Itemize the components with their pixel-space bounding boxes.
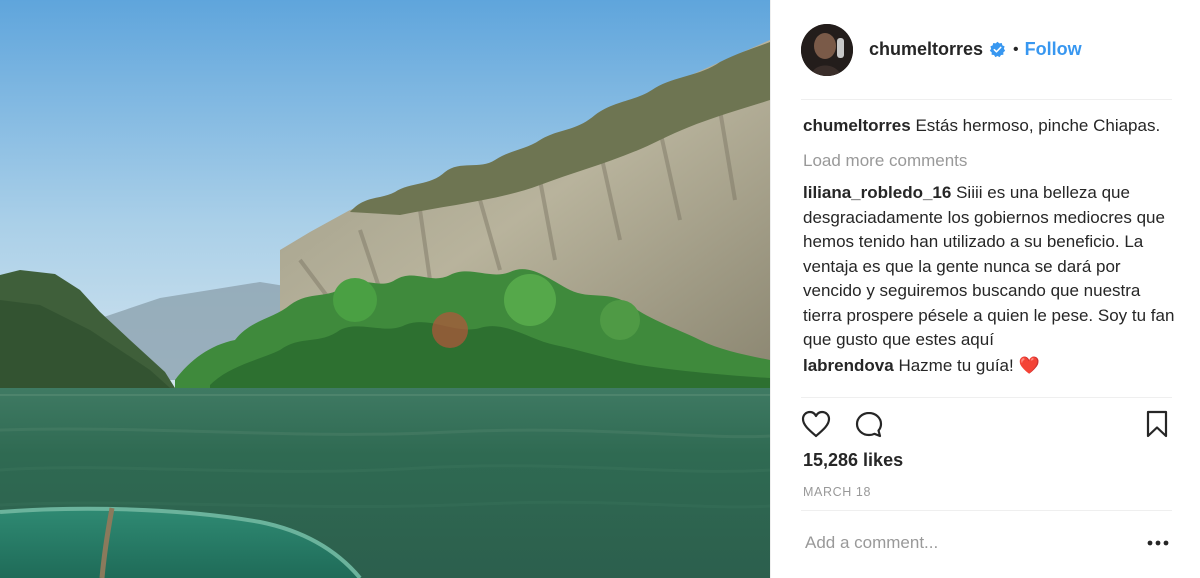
comment-bubble-icon[interactable] bbox=[854, 410, 884, 440]
avatar[interactable] bbox=[801, 23, 853, 76]
follow-button[interactable]: Follow bbox=[1025, 39, 1082, 60]
comment-text: Siiii es una belleza que desgraciadament… bbox=[803, 183, 1175, 349]
caption-username[interactable]: chumeltorres bbox=[803, 116, 911, 135]
post-side-panel: chumeltorres • Follow chumeltorres Estás… bbox=[770, 0, 1200, 578]
canyon-river-image bbox=[0, 0, 770, 578]
post-username[interactable]: chumeltorres bbox=[869, 39, 983, 60]
comment-username[interactable]: labrendova bbox=[803, 356, 894, 375]
comment-box-divider bbox=[801, 510, 1172, 511]
caption-text: Estás hermoso, pinche Chiapas. bbox=[915, 116, 1161, 135]
bookmark-icon[interactable] bbox=[1145, 410, 1169, 438]
load-more-comments-button[interactable]: Load more comments bbox=[803, 149, 1175, 174]
ellipsis-icon[interactable] bbox=[1146, 533, 1170, 553]
verified-badge-icon bbox=[989, 41, 1006, 58]
action-bar bbox=[801, 404, 1173, 444]
comment-item: liliana_robledo_16 Siiii es una belleza … bbox=[803, 181, 1175, 353]
comments-section: chumeltorres Estás hermoso, pinche Chiap… bbox=[803, 114, 1175, 378]
actions-divider bbox=[801, 397, 1172, 398]
avatar-photo bbox=[801, 23, 853, 76]
caption: chumeltorres Estás hermoso, pinche Chiap… bbox=[803, 114, 1175, 139]
comment-text: Hazme tu guía! ❤️ bbox=[898, 355, 1040, 375]
header-divider bbox=[801, 99, 1172, 100]
post-photo[interactable] bbox=[0, 0, 770, 578]
separator-dot: • bbox=[1013, 40, 1019, 58]
comment-item: labrendova Hazme tu guía! ❤️ bbox=[803, 354, 1175, 379]
post-date[interactable]: MARCH 18 bbox=[803, 485, 871, 499]
comment-username[interactable]: liliana_robledo_16 bbox=[803, 183, 951, 202]
likes-count[interactable]: 15,286 likes bbox=[803, 450, 903, 471]
add-comment-input[interactable]: Add a comment... bbox=[805, 533, 938, 553]
post-header: chumeltorres • Follow bbox=[801, 22, 1082, 77]
heart-icon[interactable] bbox=[801, 410, 831, 438]
